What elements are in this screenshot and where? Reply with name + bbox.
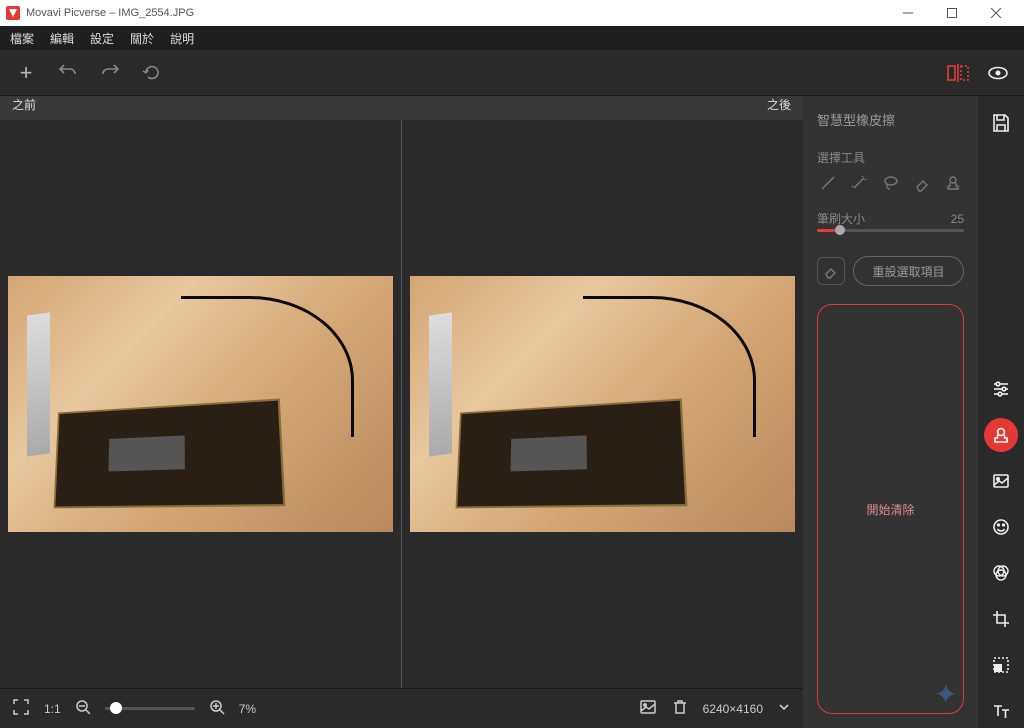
editor-area: 之前 之後 1:1 7% 6240×416 — [0, 96, 803, 728]
eraser-tool-icon[interactable] — [911, 170, 932, 196]
magic-wand-icon[interactable] — [848, 170, 869, 196]
reset-button[interactable] — [140, 61, 164, 85]
brush-size-slider[interactable] — [817, 229, 964, 232]
save-button[interactable] — [984, 106, 1018, 140]
menu-file[interactable]: 檔案 — [10, 30, 34, 47]
image-info-icon[interactable] — [639, 698, 657, 719]
lasso-tool-icon[interactable] — [880, 170, 901, 196]
brush-tool-icon[interactable] — [817, 170, 838, 196]
after-label: 之後 — [402, 96, 792, 120]
zoom-out-icon[interactable] — [75, 699, 91, 718]
brush-size-value: 25 — [951, 212, 964, 226]
collapse-icon[interactable] — [777, 700, 791, 717]
eraser-mode-icon[interactable] — [817, 257, 845, 285]
panel-title: 智慧型橡皮擦 — [817, 110, 964, 129]
image-dimensions: 6240×4160 — [703, 702, 763, 716]
crop-icon[interactable] — [984, 602, 1018, 636]
smart-eraser-icon[interactable] — [984, 418, 1018, 452]
zoom-slider[interactable] — [105, 707, 195, 710]
zoom-in-icon[interactable] — [209, 699, 225, 718]
close-button[interactable] — [974, 0, 1018, 26]
titlebar: Movavi Picverse – IMG_2554.JPG — [0, 0, 1024, 26]
resize-icon[interactable] — [984, 648, 1018, 682]
menubar: 檔案 編輯 設定 關於 說明 — [0, 26, 1024, 50]
watermark-icon — [934, 678, 974, 718]
fullscreen-icon[interactable] — [12, 698, 30, 719]
before-pane — [0, 120, 401, 688]
redo-button[interactable] — [98, 61, 122, 85]
text-icon[interactable] — [984, 694, 1018, 728]
before-label: 之前 — [12, 96, 402, 120]
add-button[interactable]: + — [14, 61, 38, 85]
compare-icon[interactable] — [946, 61, 970, 85]
menu-help[interactable]: 說明 — [170, 30, 194, 47]
side-panel: 智慧型橡皮擦 選擇工具 筆刷大小 25 重設選取項目 開始清除 — [803, 96, 978, 728]
window-title: Movavi Picverse – IMG_2554.JPG — [26, 7, 194, 19]
image-icon[interactable] — [984, 464, 1018, 498]
toolbar: + — [0, 50, 1024, 96]
preview-icon[interactable] — [986, 61, 1010, 85]
stamp-tool-icon[interactable] — [943, 170, 964, 196]
menu-edit[interactable]: 編輯 — [50, 30, 74, 47]
color-icon[interactable] — [984, 556, 1018, 590]
menu-about[interactable]: 關於 — [130, 30, 154, 47]
after-image — [410, 276, 795, 533]
start-erase-button[interactable]: 開始清除 — [817, 304, 964, 714]
select-tool-label: 選擇工具 — [817, 149, 964, 166]
menu-settings[interactable]: 設定 — [90, 30, 114, 47]
emoji-icon[interactable] — [984, 510, 1018, 544]
undo-button[interactable] — [56, 61, 80, 85]
right-toolbar — [978, 96, 1024, 728]
zoom-1to1[interactable]: 1:1 — [44, 702, 61, 716]
maximize-button[interactable] — [930, 0, 974, 26]
before-image — [8, 276, 393, 533]
after-pane — [401, 120, 803, 688]
bottom-bar: 1:1 7% 6240×4160 — [0, 688, 803, 728]
adjust-icon[interactable] — [984, 372, 1018, 406]
compare-header: 之前 之後 — [0, 96, 803, 120]
minimize-button[interactable] — [886, 0, 930, 26]
delete-icon[interactable] — [671, 698, 689, 719]
reset-selection-button[interactable]: 重設選取項目 — [853, 256, 964, 286]
zoom-percent: 7% — [239, 702, 256, 716]
app-icon — [6, 6, 20, 20]
compare-body[interactable] — [0, 120, 803, 688]
